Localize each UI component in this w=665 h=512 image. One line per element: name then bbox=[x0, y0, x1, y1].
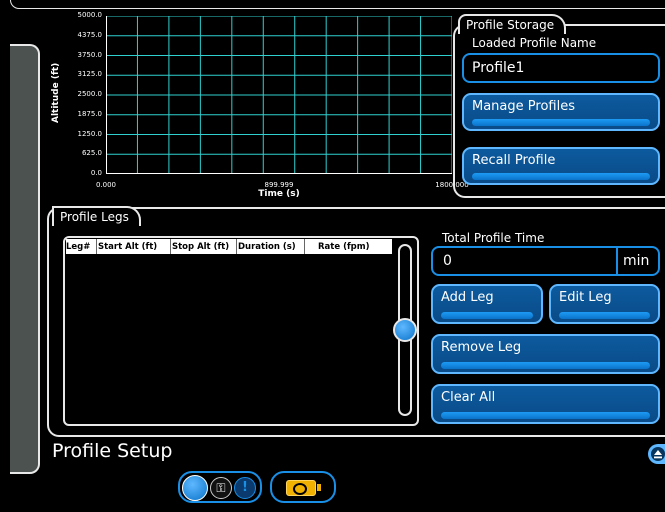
chart-x-tick-label: 0.000 bbox=[95, 181, 117, 189]
legs-column-dividers bbox=[66, 239, 392, 254]
chart-y-tick-label: 625.0 bbox=[81, 149, 102, 158]
total-profile-time-field[interactable]: 0 min bbox=[431, 246, 660, 276]
altitude-chart: Altitude (ft) 5000.0 4375.0 3750.0 3125.0 25… bbox=[44, 8, 469, 208]
total-profile-time-unit: min bbox=[623, 253, 650, 269]
lock-icon: ⚿ bbox=[210, 477, 232, 499]
battery-indicator[interactable] bbox=[270, 471, 336, 503]
profile-legs-tab: Profile Legs bbox=[52, 206, 141, 226]
page-title: Profile Setup bbox=[52, 440, 173, 462]
recall-profile-button[interactable]: Recall Profile bbox=[462, 147, 660, 185]
chart-y-tick-label: 1875.0 bbox=[77, 109, 103, 118]
chart-y-tick-label: 1250.0 bbox=[77, 129, 103, 138]
total-profile-time-label: Total Profile Time bbox=[442, 231, 545, 245]
chart-x-tick-label: 899.999 bbox=[264, 181, 294, 189]
legs-table bbox=[63, 236, 419, 426]
power-toggle-icon[interactable] bbox=[182, 475, 208, 501]
chart-y-tick-label: 3750.0 bbox=[77, 50, 103, 59]
edit-leg-button[interactable]: Edit Leg bbox=[549, 284, 660, 324]
time-unit-divider bbox=[616, 248, 618, 274]
lock-glyph: ⚿ bbox=[216, 481, 226, 495]
chart-y-tick-label: 3125.0 bbox=[77, 70, 103, 79]
remove-leg-button[interactable]: Remove Leg bbox=[431, 334, 660, 374]
side-drawer-handle[interactable] bbox=[10, 44, 40, 474]
clear-all-button[interactable]: Clear All bbox=[431, 384, 660, 424]
chart-y-tick-label: 4375.0 bbox=[77, 30, 103, 39]
status-toggle-group[interactable]: ⚿ ! bbox=[178, 471, 262, 503]
battery-icon bbox=[286, 480, 316, 496]
profile-storage-tab: Profile Storage bbox=[458, 14, 567, 34]
battery-tip bbox=[317, 484, 321, 491]
collapse-up-icon[interactable] bbox=[648, 444, 665, 464]
chart-y-tick-label: 0.0 bbox=[90, 169, 102, 177]
alert-glyph: ! bbox=[242, 480, 248, 495]
alert-icon: ! bbox=[234, 477, 256, 499]
chart-x-label: Time (s) bbox=[258, 189, 300, 199]
chart-y-tick-label: 5000.0 bbox=[77, 11, 103, 19]
manage-profiles-button[interactable]: Manage Profiles bbox=[462, 93, 660, 131]
chart-plot-area bbox=[106, 16, 452, 174]
chart-y-tick-label: 2500.0 bbox=[77, 90, 103, 98]
legs-scrollbar-thumb[interactable] bbox=[393, 318, 417, 342]
add-leg-button[interactable]: Add Leg bbox=[431, 284, 543, 324]
loaded-profile-field[interactable]: Profile1 bbox=[462, 53, 660, 83]
total-profile-time-value: 0 bbox=[443, 253, 452, 269]
loaded-profile-label: Loaded Profile Name bbox=[472, 36, 597, 50]
